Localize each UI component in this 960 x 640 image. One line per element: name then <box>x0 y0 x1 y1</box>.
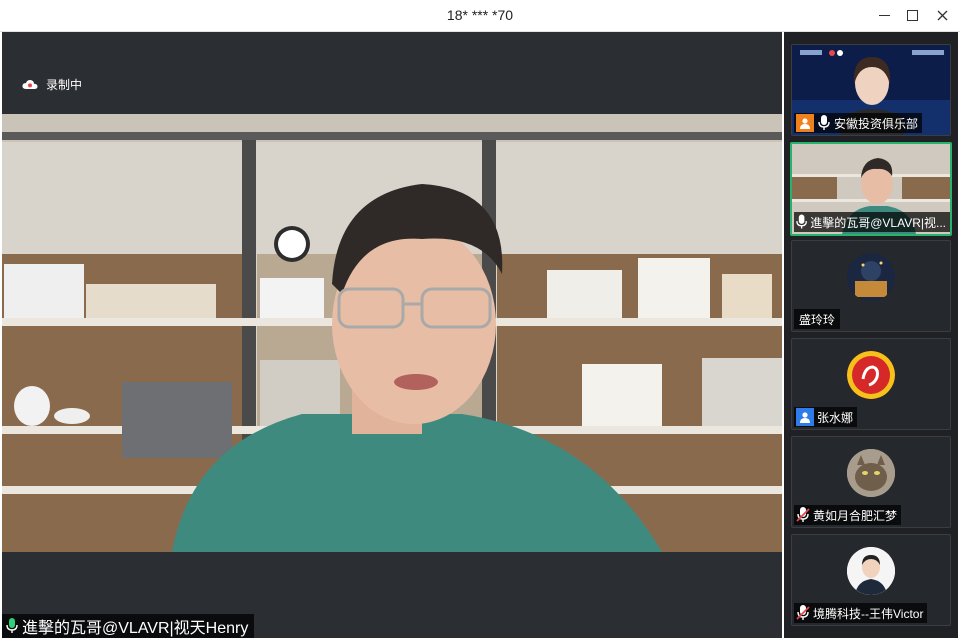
participant-name: 安徽投资俱乐部 <box>834 116 919 131</box>
participant-name-tag: 黄如月合肥汇梦 <box>794 505 902 525</box>
participant-name: 進擊的瓦哥@VLAVR|视... <box>810 215 946 230</box>
active-speaker-name: 進擊的瓦哥@VLAVR|视天Henry <box>22 620 249 637</box>
recording-indicator: 录制中 <box>22 76 82 93</box>
participant-tile[interactable]: 黄如月合肥汇梦 <box>791 436 951 528</box>
minimize-button[interactable] <box>873 4 895 26</box>
microphone-muted-icon <box>796 507 810 522</box>
person-icon <box>796 114 814 132</box>
avatar <box>847 547 895 595</box>
participant-name-tag: 進擊的瓦哥@VLAVR|视... <box>794 212 950 232</box>
close-button[interactable] <box>931 4 953 26</box>
microphone-icon <box>796 214 807 229</box>
title-bar: 18* *** *70 <box>0 0 960 32</box>
minimize-icon <box>878 14 890 16</box>
participant-name-tag: 安徽投资俱乐部 <box>794 113 923 133</box>
avatar <box>847 351 895 399</box>
avatar <box>847 449 895 497</box>
microphone-icon <box>818 115 830 130</box>
participant-name-tag: 境腾科技--王伟Victor <box>794 603 928 623</box>
microphone-icon <box>6 618 18 633</box>
maximize-icon <box>906 9 918 21</box>
avatar <box>847 253 895 301</box>
participant-tile-active[interactable]: 進擊的瓦哥@VLAVR|视... <box>790 142 952 236</box>
cloud-record-icon <box>22 79 38 89</box>
close-icon <box>937 10 947 20</box>
participant-name-tag: 张水娜 <box>794 407 858 427</box>
participant-tile[interactable]: 张水娜 <box>791 338 951 430</box>
speaker-video-frame <box>2 114 782 552</box>
maximize-button[interactable] <box>901 4 923 26</box>
person-icon <box>796 408 814 426</box>
speaker-video <box>2 114 782 552</box>
participant-name: 黄如月合肥汇梦 <box>813 508 898 523</box>
recording-label: 录制中 <box>46 78 83 92</box>
participant-name: 盛玲玲 <box>799 312 836 327</box>
participant-name: 张水娜 <box>817 410 854 425</box>
window-title: 18* *** *70 <box>446 7 514 23</box>
participant-name-tag: 盛玲玲 <box>794 309 841 329</box>
participant-tile[interactable]: 安徽投资俱乐部 <box>791 44 951 136</box>
participant-tile[interactable]: 境腾科技--王伟Victor <box>791 534 951 626</box>
participant-name: 境腾科技--王伟Victor <box>813 606 924 621</box>
active-speaker-tag: 進擊的瓦哥@VLAVR|视天Henry <box>2 614 255 638</box>
microphone-muted-icon <box>796 605 810 620</box>
participant-tile[interactable]: 盛玲玲 <box>791 240 951 332</box>
participant-sidebar: 安徽投资俱乐部 進擊的瓦哥@VLAVR|视... 盛玲玲 张水娜 黄如月合肥汇梦… <box>784 32 958 638</box>
main-video-stage[interactable]: 录制中 進擊的瓦哥@VLAVR|视天Henry <box>2 32 782 638</box>
